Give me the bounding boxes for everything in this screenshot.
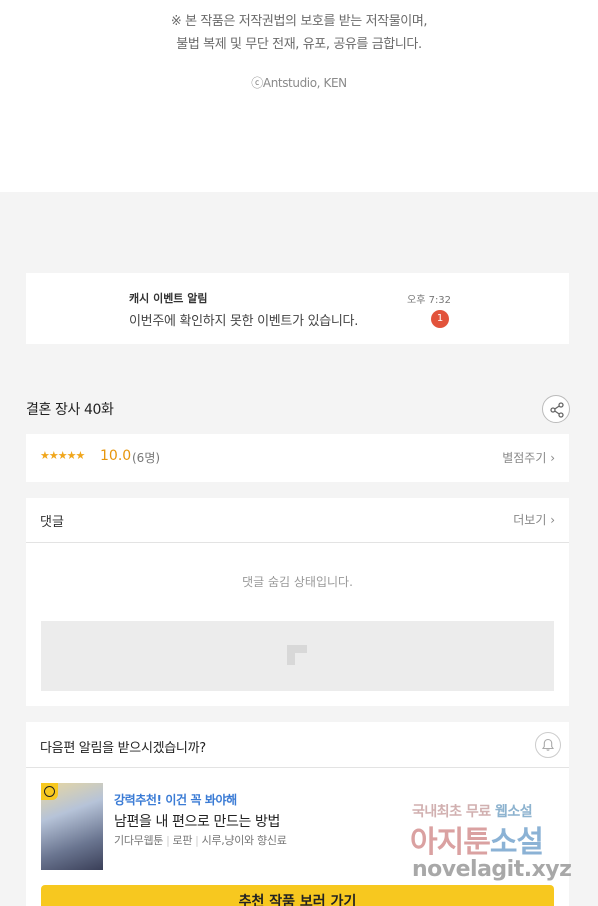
notification-message: 이번주에 확인하지 못한 이벤트가 있습니다. [129, 314, 359, 329]
image-placeholder-icon [287, 645, 307, 665]
cash-event-notification[interactable]: 캐시 이벤트 알림 이번주에 확인하지 못한 이벤트가 있습니다. 오후 7:3… [26, 273, 569, 344]
view-recommended-button[interactable]: 추천 작품 보러 가기 [41, 885, 554, 906]
notification-title: 캐시 이벤트 알림 [129, 292, 208, 305]
wait-free-clock-icon [41, 783, 58, 800]
notification-time: 오후 7:32 [407, 295, 452, 306]
notification-badge: 1 [431, 310, 449, 328]
comment-hidden-message: 댓글 숨김 상태입니다. [242, 575, 353, 589]
bell-icon [541, 738, 555, 751]
copyright-notice-line1: ※ 본 작품은 저작권법의 보호를 받는 저작물이며, [170, 14, 428, 29]
site-watermark: 국내최초 무료 웹소설 아지툰소설 novelagit.xyz [410, 797, 580, 887]
share-button[interactable] [542, 395, 570, 423]
comment-more-link[interactable]: 더보기 › [513, 511, 555, 528]
rating-score: 10.0 [100, 448, 132, 464]
recommended-work-title[interactable]: 남편을 내 편으로 만드는 방법 [114, 811, 280, 831]
notify-bell-button[interactable] [535, 732, 561, 758]
next-episode-question: 다음편 알림을 받으시겠습니까? [40, 741, 206, 756]
copyright-notice-line2: 불법 복제 및 무단 전재, 유포, 공유를 금합니다. [176, 37, 422, 52]
meta-genre: 로판 [172, 834, 193, 847]
meta-category: 기다무웹툰 [114, 834, 164, 847]
copyright-credit: ⓒAntstudio, KEN [251, 76, 347, 90]
watermark-url: novelagit.xyz [412, 857, 572, 882]
share-icon [550, 402, 564, 418]
episode-title: 결혼 장사 40화 [26, 402, 114, 418]
copyright-section: ※ 본 작품은 저작권법의 보호를 받는 저작물이며, 불법 복제 및 무단 전… [0, 0, 598, 192]
star-rating-icon: ★★★★★ [40, 449, 85, 462]
comment-section: 댓글 더보기 › 댓글 숨김 상태입니다. [26, 498, 569, 706]
meta-authors: 시루,냥이와 향신료 [201, 834, 287, 847]
recommended-work-thumbnail[interactable] [41, 783, 103, 870]
divider [26, 767, 569, 768]
comment-section-title: 댓글 [40, 515, 64, 530]
rating-count: (6명) [132, 451, 161, 465]
recommendation-tag: 강력추천! 이건 꼭 봐야해 [114, 793, 237, 807]
rating-bar: ★★★★★ 10.0 (6명) 별점주기 › [26, 434, 569, 482]
watermark-line2: 아지툰소설 [410, 825, 544, 860]
recommended-work-meta: 기다무웹툰 | 로판 | 시루,냥이와 향신료 [114, 834, 287, 847]
divider [26, 542, 569, 543]
rate-button[interactable]: 별점주기 › [502, 449, 555, 466]
ad-placeholder[interactable] [41, 621, 554, 691]
